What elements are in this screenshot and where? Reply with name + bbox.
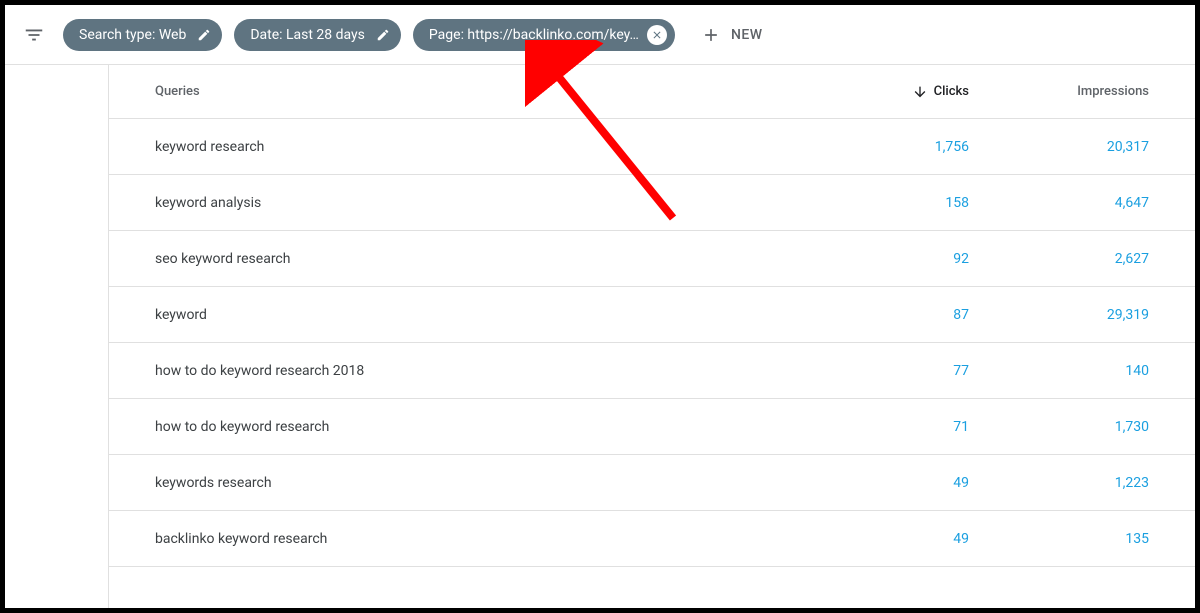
chip-page[interactable]: Page: https://backlinko.com/key…: [413, 19, 675, 51]
query-cell: keyword: [155, 307, 829, 323]
pencil-icon[interactable]: [194, 25, 214, 45]
chip-label: Search type: Web: [79, 27, 186, 43]
new-label: NEW: [731, 27, 763, 43]
queries-table: Queries Clicks Impressions keyword resea…: [109, 65, 1195, 567]
new-filter-button[interactable]: NEW: [701, 25, 763, 45]
table-header: Queries Clicks Impressions: [109, 65, 1195, 119]
impressions-cell: 135: [969, 531, 1149, 547]
table-row[interactable]: how to do keyword research 71 1,730: [109, 399, 1195, 455]
table-row[interactable]: keyword 87 29,319: [109, 287, 1195, 343]
query-cell: how to do keyword research 2018: [155, 363, 829, 379]
impressions-cell: 29,319: [969, 307, 1149, 323]
table-row[interactable]: seo keyword research 92 2,627: [109, 231, 1195, 287]
clicks-cell: 49: [829, 475, 969, 491]
plus-icon: [701, 25, 721, 45]
table-row[interactable]: backlinko keyword research 49 135: [109, 511, 1195, 567]
query-cell: keyword analysis: [155, 195, 829, 211]
impressions-cell: 140: [969, 363, 1149, 379]
clicks-cell: 77: [829, 363, 969, 379]
header-impressions[interactable]: Impressions: [969, 84, 1149, 99]
filter-list-icon[interactable]: [23, 24, 45, 46]
table-row[interactable]: how to do keyword research 2018 77 140: [109, 343, 1195, 399]
filter-bar: Search type: Web Date: Last 28 days Page…: [5, 5, 1195, 65]
impressions-cell: 4,647: [969, 195, 1149, 211]
impressions-cell: 2,627: [969, 251, 1149, 267]
table-row[interactable]: keywords research 49 1,223: [109, 455, 1195, 511]
header-queries[interactable]: Queries: [155, 84, 829, 99]
query-cell: backlinko keyword research: [155, 531, 829, 547]
chip-label: Page: https://backlinko.com/key…: [429, 27, 639, 43]
clicks-cell: 87: [829, 307, 969, 323]
clicks-cell: 1,756: [829, 139, 969, 155]
sidebar-left: [5, 65, 109, 608]
table-row[interactable]: keyword analysis 158 4,647: [109, 175, 1195, 231]
query-cell: keyword research: [155, 139, 829, 155]
header-clicks[interactable]: Clicks: [829, 84, 969, 100]
chip-date[interactable]: Date: Last 28 days: [234, 19, 401, 51]
close-icon[interactable]: [647, 25, 667, 45]
table-row[interactable]: keyword research 1,756 20,317: [109, 119, 1195, 175]
impressions-cell: 1,223: [969, 475, 1149, 491]
pencil-icon[interactable]: [373, 25, 393, 45]
query-cell: seo keyword research: [155, 251, 829, 267]
query-cell: keywords research: [155, 475, 829, 491]
arrow-down-icon: [912, 84, 928, 100]
clicks-cell: 158: [829, 195, 969, 211]
chip-label: Date: Last 28 days: [250, 27, 365, 43]
clicks-cell: 71: [829, 419, 969, 435]
query-cell: how to do keyword research: [155, 419, 829, 435]
chip-search-type[interactable]: Search type: Web: [63, 19, 222, 51]
impressions-cell: 1,730: [969, 419, 1149, 435]
impressions-cell: 20,317: [969, 139, 1149, 155]
clicks-cell: 92: [829, 251, 969, 267]
clicks-cell: 49: [829, 531, 969, 547]
